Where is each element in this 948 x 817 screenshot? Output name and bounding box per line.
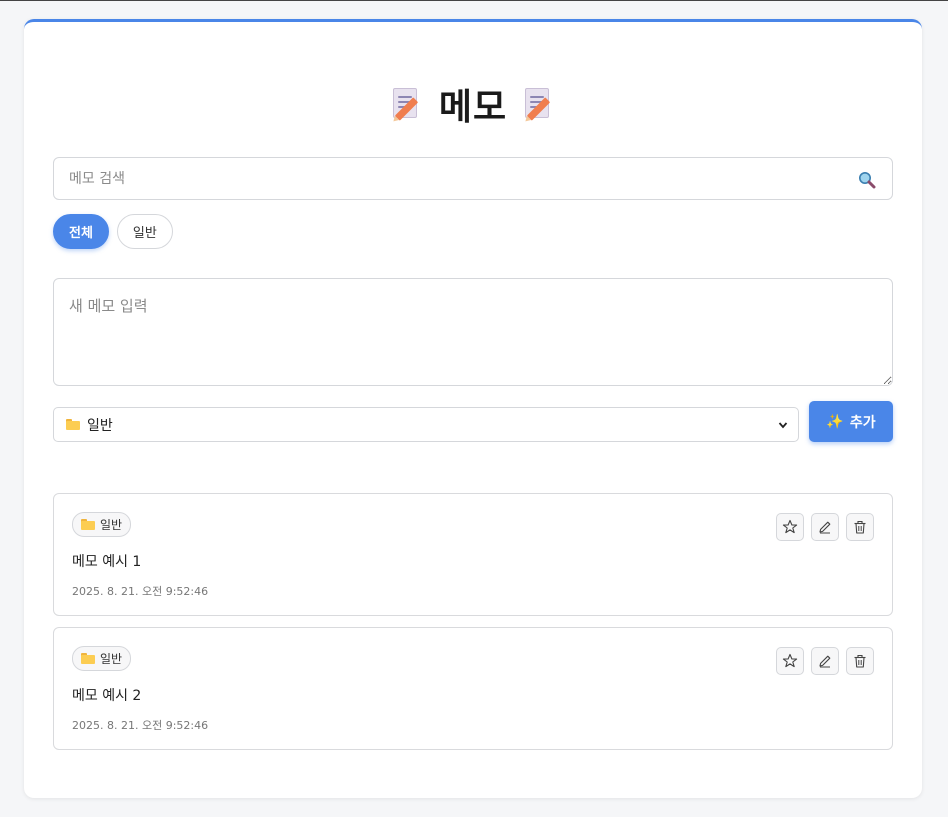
edit-button[interactable] [811, 647, 839, 675]
edit-button[interactable] [811, 513, 839, 541]
memo-text: 메모 예시 1 [72, 554, 142, 570]
memo-category-tag: 일반 [72, 646, 132, 671]
memo-card: 일반 [53, 493, 893, 616]
memo-icon [389, 86, 425, 122]
favorite-button[interactable] [776, 513, 804, 541]
add-memo-button-label: 추가 [849, 414, 876, 431]
filter-all-chip[interactable]: 전체 [53, 214, 109, 249]
memo-text: 메모 예시 2 [72, 688, 142, 704]
search-input[interactable] [54, 158, 892, 199]
new-memo-textarea[interactable] [53, 278, 893, 386]
pencil-icon [819, 521, 831, 534]
memo-icon [521, 86, 557, 122]
category-filters: 전체 일반 [53, 214, 173, 249]
page-title: 메모 [438, 87, 508, 128]
search-box [53, 157, 893, 200]
page-header: 메모 [24, 82, 922, 128]
star-icon [782, 653, 798, 668]
memo-category-label: 일반 [100, 652, 123, 666]
category-select[interactable]: 일반 [53, 407, 799, 442]
chevron-down-icon [778, 422, 788, 429]
memo-category-label: 일반 [100, 518, 123, 532]
memo-actions [776, 513, 874, 541]
category-select-value: 일반 [87, 417, 113, 434]
sparkles-icon: ✨ [826, 413, 844, 430]
search-icon[interactable] [858, 171, 876, 189]
pencil-icon [819, 655, 831, 668]
folder-icon [66, 419, 80, 430]
memo-timestamp: 2025. 8. 21. 오전 9:52:46 [72, 719, 209, 732]
delete-button[interactable] [846, 647, 874, 675]
star-icon [782, 519, 798, 534]
memo-actions [776, 647, 874, 675]
memo-timestamp: 2025. 8. 21. 오전 9:52:46 [72, 585, 209, 598]
memo-app-card: 메모 전체 일반 일반 ✨ 추가 일반 [24, 19, 922, 798]
memo-card: 일반 [53, 627, 893, 750]
trash-icon [854, 520, 866, 534]
window-top-border [0, 0, 948, 1]
add-memo-button[interactable]: ✨ 추가 [809, 401, 893, 442]
memo-category-tag: 일반 [72, 512, 132, 537]
folder-icon [81, 653, 95, 664]
delete-button[interactable] [846, 513, 874, 541]
favorite-button[interactable] [776, 647, 804, 675]
folder-icon [81, 519, 95, 530]
filter-general-chip[interactable]: 일반 [116, 214, 173, 249]
trash-icon [854, 654, 866, 668]
